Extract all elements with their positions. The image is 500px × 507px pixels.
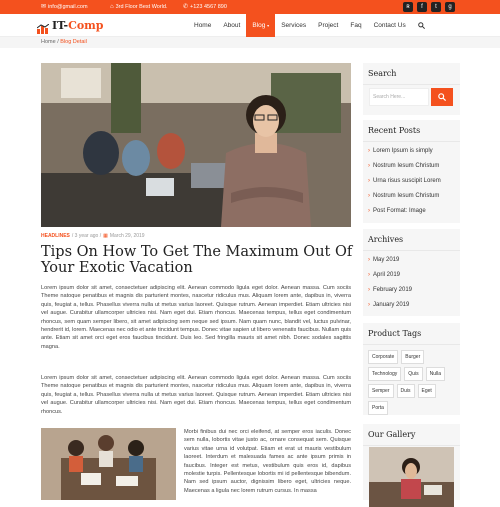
logo-suffix: Comp	[68, 19, 104, 32]
widget-archives: Archives › May 2019 › April 2019 › February…	[363, 229, 460, 316]
recent-post-item[interactable]: › Lorem Ipsum is simply	[363, 144, 460, 159]
recent-post-item[interactable]: › Nostrum Iesum Christum	[363, 189, 460, 204]
widget-product-tags: Product Tags Corporate Burger Technology…	[363, 323, 460, 415]
google-plus-icon[interactable]: g	[445, 2, 455, 12]
calendar-icon: ▦	[103, 233, 108, 239]
sidebar-search-button[interactable]	[431, 88, 453, 106]
post-category[interactable]: HEADLINES	[41, 233, 70, 239]
recent-post-item[interactable]: › Nostrum Iesum Christum	[363, 159, 460, 174]
nav-blog[interactable]: Blog ▾	[246, 14, 276, 37]
phone-icon: ✆	[183, 4, 189, 10]
logo-text: IT-Comp	[52, 19, 104, 32]
tag-item[interactable]: Duis	[396, 384, 415, 398]
breadcrumb-separator: /	[57, 39, 59, 45]
chevron-right-icon: ›	[368, 302, 370, 308]
recent-post-label: Urna risus suscipit Lorem	[373, 178, 441, 184]
twitter-icon[interactable]: t	[431, 2, 441, 12]
archive-label: January 2019	[373, 302, 410, 308]
search-icon	[438, 93, 447, 102]
facebook-icon[interactable]: f	[417, 2, 427, 12]
mail-icon: ✉	[41, 4, 47, 10]
post-meta: HEADLINES / 3 year ago / ▦ March 29, 201…	[41, 233, 145, 239]
site-header: IT-Comp Home About Blog ▾ Services Proje…	[0, 14, 500, 37]
tag-item[interactable]: Eget	[417, 384, 436, 398]
top-email-text: info@gmail.com	[48, 4, 88, 10]
archive-label: April 2019	[373, 272, 401, 278]
archive-label: February 2019	[373, 287, 413, 293]
chevron-right-icon: ›	[368, 287, 370, 293]
widget-archives-title: Archives	[363, 229, 460, 251]
site-logo[interactable]: IT-Comp	[36, 19, 104, 34]
recent-post-item[interactable]: › Post Format: Image	[363, 204, 460, 219]
top-phone[interactable]: ✆ +123 4567 890	[183, 4, 227, 10]
chevron-right-icon: ›	[368, 193, 370, 199]
chevron-down-icon: ▾	[267, 23, 270, 28]
tag-item[interactable]: Nulla	[425, 367, 445, 381]
nav-blog-label: Blog	[252, 22, 266, 29]
tag-item[interactable]: Technology	[368, 367, 402, 381]
nav-project[interactable]: Project	[312, 14, 344, 37]
tag-item[interactable]: Porta	[368, 401, 388, 415]
nav-faq[interactable]: Faq	[344, 14, 367, 37]
chevron-right-icon: ›	[368, 257, 370, 263]
top-phone-text: +123 4567 890	[190, 4, 227, 10]
widget-gallery: Our Gallery	[363, 424, 460, 507]
post-title: Tips On How To Get The Maximum Out Of Yo…	[41, 244, 353, 276]
tag-item[interactable]: Burger	[401, 350, 425, 364]
sidebar-search-input[interactable]: Search Here...	[369, 88, 429, 106]
archive-item[interactable]: › January 2019	[363, 298, 460, 313]
nav-contact[interactable]: Contact Us	[368, 14, 412, 37]
breadcrumb-current: Blog Detail	[60, 39, 87, 45]
chevron-right-icon: ›	[368, 163, 370, 169]
chevron-right-icon: ›	[368, 208, 370, 214]
recent-post-label: Nostrum Iesum Christum	[373, 193, 440, 199]
search-icon[interactable]	[412, 14, 431, 37]
widget-gallery-title: Our Gallery	[363, 424, 460, 446]
chevron-right-icon: ›	[368, 272, 370, 278]
recent-post-label: Lorem Ipsum is simply	[373, 148, 433, 154]
recent-post-label: Post Format: Image	[373, 208, 426, 214]
archive-label: May 2019	[373, 257, 400, 263]
nav-home[interactable]: Home	[188, 14, 217, 37]
tag-item[interactable]: Corporate	[368, 350, 399, 364]
post-date: March 29, 2019	[109, 233, 145, 239]
archive-item[interactable]: › April 2019	[363, 268, 460, 283]
post-hero-image	[41, 63, 351, 227]
chevron-right-icon: ›	[368, 148, 370, 154]
tag-item[interactable]: Quis	[404, 367, 423, 381]
archive-item[interactable]: › May 2019	[363, 253, 460, 268]
top-email[interactable]: ✉ info@gmail.com	[41, 4, 88, 10]
breadcrumb: Home / Blog Detail	[0, 37, 500, 48]
widget-recent-title: Recent Posts	[363, 120, 460, 142]
main-nav: Home About Blog ▾ Services Project Faq C…	[188, 14, 431, 37]
post-paragraph-1: Lorem ipsum dolor sit amet, consectetuer…	[41, 285, 352, 350]
archive-item[interactable]: › February 2019	[363, 283, 460, 298]
widget-recent-posts: Recent Posts › Lorem Ipsum is simply › Nos…	[363, 120, 460, 223]
nav-services[interactable]: Services	[275, 14, 312, 37]
top-address: ⌂ 3rd Floor Best World.	[110, 4, 168, 10]
chevron-right-icon: ›	[368, 178, 370, 184]
top-bar: ✉ info@gmail.com ⌂ 3rd Floor Best World.…	[0, 0, 500, 14]
logo-chart-icon	[36, 21, 50, 34]
recent-post-label: Nostrum Iesum Christum	[373, 163, 440, 169]
post-inline-image	[41, 428, 176, 500]
widget-search: Search Search Here...	[363, 63, 460, 115]
gallery-image[interactable]	[369, 447, 454, 507]
home-icon: ⌂	[110, 4, 114, 10]
breadcrumb-home[interactable]: Home	[41, 39, 56, 45]
rss-icon[interactable]: ʀ	[403, 2, 413, 12]
recent-post-item[interactable]: › Urna risus suscipit Lorem	[363, 174, 460, 189]
nav-about[interactable]: About	[217, 14, 246, 37]
logo-prefix: IT-	[52, 19, 69, 32]
tag-item[interactable]: Semper	[368, 384, 394, 398]
widget-search-title: Search	[363, 63, 460, 85]
post-paragraph-3: Morbi finibus dui nec orci eleifend, at …	[184, 429, 351, 494]
top-address-text: 3rd Floor Best World.	[115, 4, 168, 10]
post-paragraph-2: Lorem ipsum dolor sit amet, consectetuer…	[41, 375, 351, 415]
post-age: / 3 year ago /	[71, 233, 102, 239]
widget-tags-title: Product Tags	[363, 323, 460, 345]
